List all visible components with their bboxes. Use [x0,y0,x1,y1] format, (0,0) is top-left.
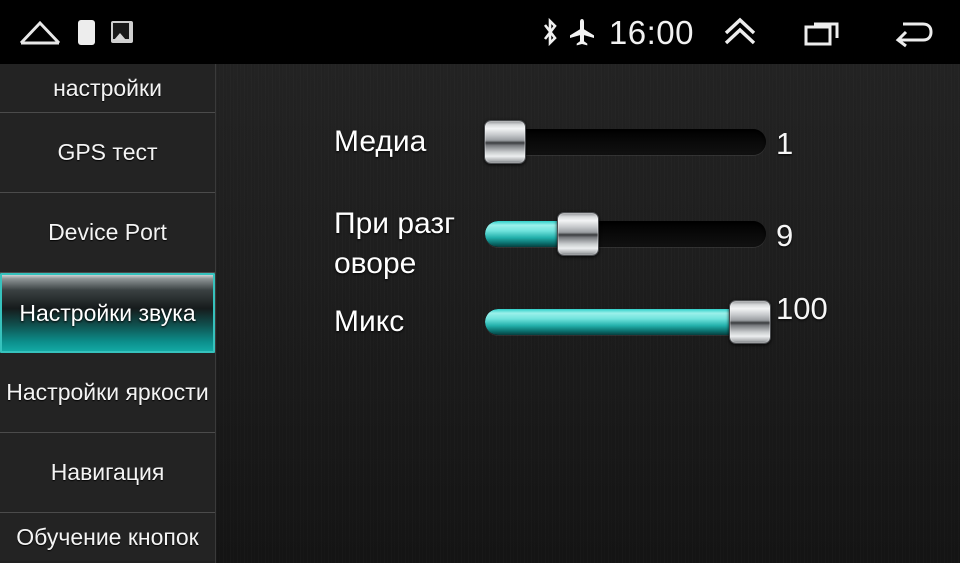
back-arrow-icon[interactable] [890,15,936,49]
double-chevron-up-icon[interactable] [720,15,760,49]
slider-label-in-call-line1: При разг [334,207,456,240]
slider-label-mix: Микс [334,305,405,338]
head-unit-screen: 16:00 настройки GPS тест Device Port Нас… [0,0,960,563]
sidebar-item-device-port[interactable]: Device Port [0,193,215,273]
slider-track[interactable] [485,309,766,335]
slider-media[interactable] [484,120,766,164]
slider-label-in-call-line2: оворе [334,247,417,280]
slider-value-mix: 100 [776,291,828,326]
status-bar-clock: 16:00 [608,13,694,51]
slider-in-call[interactable] [485,212,766,256]
sound-settings-panel: Медиа 1 При разг оворе 9 Микс 100 [216,64,960,563]
slider-value-media: 1 [776,126,794,161]
sidebar-item-nastroyki[interactable]: настройки [0,64,215,113]
slider-label-in-call: При разг оворе [334,204,484,284]
bluetooth-icon [543,17,557,47]
slider-thumb[interactable] [729,300,771,344]
slider-thumb[interactable] [557,212,599,256]
app-tile-icon[interactable] [78,19,95,45]
home-icon[interactable] [18,19,62,45]
sidebar-item-gps-test[interactable]: GPS тест [0,113,215,193]
sidebar-item-label: Обучение кнопок [16,524,199,550]
slider-track[interactable] [485,221,766,247]
slider-value-in-call: 9 [776,218,794,253]
status-bar: 16:00 [0,0,960,64]
sidebar-item-sound-settings[interactable]: Настройки звука [0,273,215,353]
sidebar-item-navigation[interactable]: Навигация [0,433,215,513]
recent-apps-icon[interactable] [802,15,848,49]
sidebar-item-label: Навигация [50,459,165,485]
sidebar-item-label: настройки [53,74,162,101]
status-bar-left-icons [18,0,133,64]
slider-track[interactable] [485,129,766,155]
sidebar-item-label: Device Port [48,219,167,245]
airplane-mode-icon [569,19,594,46]
slider-thumb[interactable] [484,120,526,164]
sidebar-item-label: Настройки звука [19,299,196,326]
sidebar-item-brightness-settings[interactable]: Настройки яркости [0,353,215,433]
slider-fill [485,309,766,335]
sidebar-item-label: Настройки яркости [6,379,209,405]
slider-label-media: Медиа [334,125,427,158]
sidebar-item-label: GPS тест [57,139,158,165]
status-bar-right-cluster: 16:00 [539,0,946,64]
settings-sidebar[interactable]: настройки GPS тест Device Port Настройки… [0,64,216,563]
photo-icon[interactable] [111,21,133,43]
sidebar-item-button-learning[interactable]: Обучение кнопок [0,513,215,561]
slider-mix[interactable] [485,300,771,344]
